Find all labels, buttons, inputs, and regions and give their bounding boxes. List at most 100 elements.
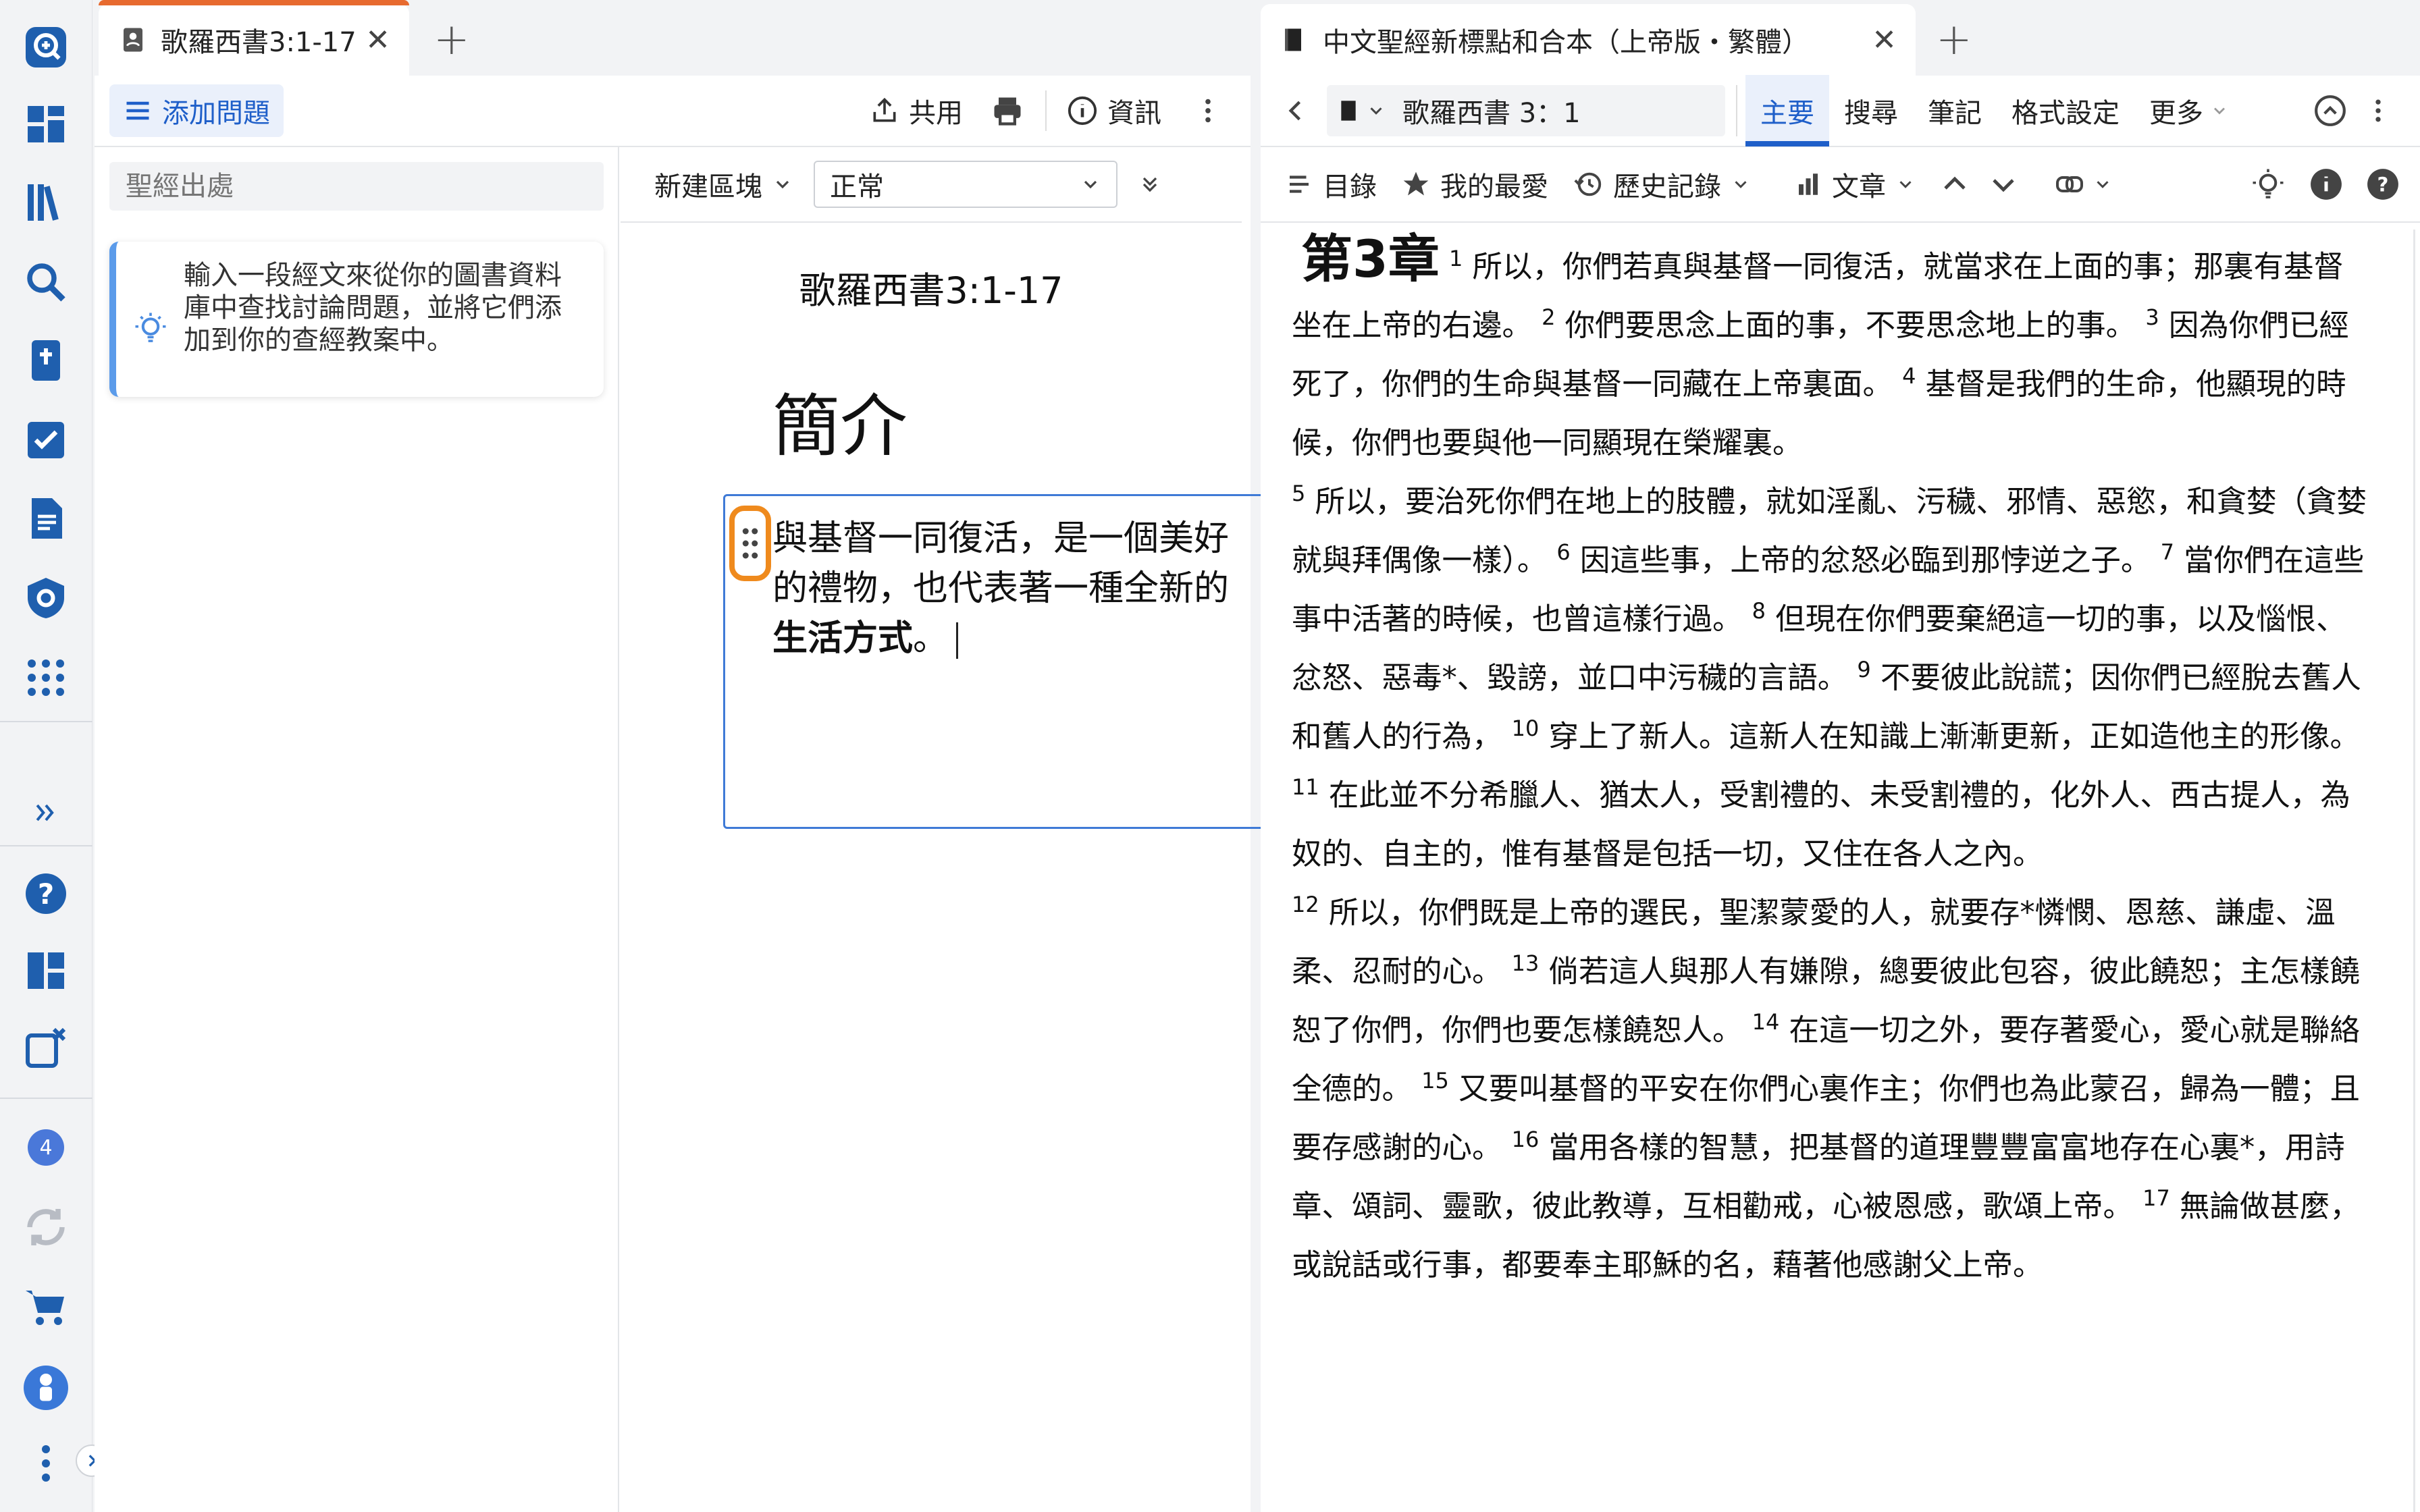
block-style-select[interactable]: 正常 xyxy=(814,161,1117,208)
verse-number[interactable]: 7 xyxy=(2161,539,2174,565)
verse-number[interactable]: 6 xyxy=(1556,539,1570,565)
toc-button[interactable]: 目錄 xyxy=(1285,165,1377,204)
verse-number[interactable]: 17 xyxy=(2142,1185,2170,1211)
bible-icon[interactable] xyxy=(14,328,78,393)
list-icon xyxy=(1290,176,1309,193)
reference-input[interactable] xyxy=(109,162,604,211)
chevron-down-icon[interactable] xyxy=(1987,168,2020,200)
add-question-button[interactable]: 添加問題 xyxy=(109,84,284,137)
dashboard-icon[interactable] xyxy=(14,92,78,157)
drag-handle[interactable] xyxy=(729,506,771,581)
shield-icon[interactable] xyxy=(14,566,78,630)
close-icon[interactable]: ✕ xyxy=(1872,23,1897,57)
tab-study[interactable]: 歌羅西書3:1-17 ✕ xyxy=(99,0,409,76)
search-icon[interactable] xyxy=(14,250,78,315)
chevron-down-icon[interactable] xyxy=(2093,174,2113,194)
block-text[interactable]: 與基督一同復活，是一個美好的禮物，也代表著一種全新的生活方式。 xyxy=(772,514,1245,664)
bible-tabs: 主要 搜尋 筆記 格式設定 更多 xyxy=(1745,75,2244,146)
verse-number[interactable]: 3 xyxy=(2145,304,2159,330)
account-icon[interactable] xyxy=(14,1355,78,1420)
tab-bible-title: 中文聖經新標點和合本（上帝版・繁體） xyxy=(1323,27,1809,58)
lightbulb-icon[interactable] xyxy=(2250,166,2286,202)
verse-number[interactable]: 8 xyxy=(1752,598,1766,624)
info-button[interactable]: 資訊 xyxy=(1067,91,1161,130)
chevron-down-icon[interactable] xyxy=(1366,101,1386,121)
bible-text[interactable]: 第3章 1 所以，你們若真與基督一同復活，就當求在上面的事；那裏有基督 坐在上帝… xyxy=(1261,230,2409,1512)
tab-format-label: 格式設定 xyxy=(2011,98,2120,129)
scrollbar[interactable] xyxy=(2409,230,2420,1512)
tab-main[interactable]: 主要 xyxy=(1745,75,1829,146)
more-vert-icon[interactable] xyxy=(14,1431,78,1496)
chevron-up-icon[interactable] xyxy=(1939,168,1971,200)
close-panels-icon[interactable] xyxy=(14,1015,78,1080)
menu-icon xyxy=(123,96,153,126)
document-icon[interactable] xyxy=(14,486,78,551)
verse-number[interactable]: 9 xyxy=(1857,657,1870,682)
verse-number[interactable]: 11 xyxy=(1292,774,1319,800)
new-block-dropdown[interactable]: 新建區塊 xyxy=(654,165,793,204)
new-tab-button[interactable]: + xyxy=(433,15,470,65)
verse-number[interactable]: 10 xyxy=(1512,716,1540,741)
bible-tabbar: 中文聖經新標點和合本（上帝版・繁體） ✕ + xyxy=(1261,0,2420,76)
verse-number[interactable]: 15 xyxy=(1421,1068,1449,1094)
section-heading[interactable]: 簡介 xyxy=(772,371,908,469)
sync-icon[interactable] xyxy=(14,1195,78,1260)
notifications-icon[interactable]: 4 xyxy=(14,1115,78,1180)
print-button[interactable] xyxy=(990,93,1025,128)
tab-more-label: 更多 xyxy=(2149,98,2203,129)
verse-number[interactable]: 5 xyxy=(1292,481,1305,506)
back-icon[interactable] xyxy=(1281,96,1311,126)
text-block[interactable]: 與基督一同復活，是一個美好的禮物，也代表著一種全新的生活方式。 xyxy=(723,494,1319,829)
expand-rail-icon[interactable] xyxy=(14,780,78,845)
more-vert-icon[interactable] xyxy=(2363,96,2393,126)
tab-notes-label: 筆記 xyxy=(1928,98,1982,129)
info-icon xyxy=(1067,95,1098,126)
text-view-button[interactable]: 文章 xyxy=(1794,165,1916,204)
text-cursor xyxy=(956,622,959,659)
close-icon[interactable]: ✕ xyxy=(365,23,390,57)
favorites-label: 我的最愛 xyxy=(1440,171,1548,202)
chevron-down-icon xyxy=(1735,181,1747,188)
expand-toolbar-icon[interactable] xyxy=(1138,172,1162,196)
checklist-icon[interactable] xyxy=(14,408,78,473)
verse-number[interactable]: 14 xyxy=(1752,1009,1780,1035)
verse-number[interactable]: 12 xyxy=(1292,892,1319,917)
chapter-number: 第3章 xyxy=(1301,230,1440,289)
verse-number[interactable]: 4 xyxy=(1902,363,1916,389)
study-toolbar: 添加問題 共用 資訊 xyxy=(95,76,1251,147)
layout-icon[interactable] xyxy=(14,938,78,1003)
collapse-up-icon[interactable] xyxy=(2313,94,2347,128)
link-icon[interactable] xyxy=(2053,168,2086,200)
block-text-end: 。 xyxy=(913,618,949,659)
verse-number[interactable]: 13 xyxy=(1512,950,1540,976)
reference-box[interactable]: 歌羅西書 3：1 xyxy=(1327,85,1725,136)
help-icon[interactable]: ? xyxy=(14,861,78,926)
logos-search-icon[interactable] xyxy=(14,15,78,80)
tab-format[interactable]: 格式設定 xyxy=(1997,91,2134,130)
bible-subtoolbar: 目錄 我的最愛 歷史記錄 文章 ? xyxy=(1261,147,2420,223)
share-button[interactable]: 共用 xyxy=(870,91,963,130)
library-icon[interactable] xyxy=(14,170,78,235)
verse-number[interactable]: 2 xyxy=(1542,304,1555,330)
verse-number[interactable]: 16 xyxy=(1512,1127,1540,1152)
tab-more[interactable]: 更多 xyxy=(2134,91,2244,130)
hint-card: 輸入一段經文來從你的圖書資料庫中查找討論問題，並將它們添加到你的查經教案中。 xyxy=(109,242,604,397)
chevron-down-icon xyxy=(1899,181,1912,188)
apps-grid-icon[interactable] xyxy=(14,645,78,710)
verse-number[interactable]: 1 xyxy=(1449,246,1463,271)
info-icon[interactable] xyxy=(2309,167,2343,201)
more-options-button[interactable] xyxy=(1192,95,1224,126)
reference-value: 歌羅西書 3：1 xyxy=(1402,98,1581,129)
history-icon xyxy=(1574,172,1602,196)
tab-notes[interactable]: 筆記 xyxy=(1913,91,1997,130)
svg-text:?: ? xyxy=(2377,173,2389,196)
study-pane: 歌羅西書3:1-17 ✕ + 添加問題 共用 資訊 聖經出處 輸入一段經文來從你… xyxy=(95,0,1319,1512)
tab-bible[interactable]: 中文聖經新標點和合本（上帝版・繁體） ✕ xyxy=(1261,4,1916,76)
history-button[interactable]: 歷史記錄 xyxy=(1573,165,1751,204)
cart-icon[interactable] xyxy=(14,1274,78,1339)
new-tab-button[interactable]: + xyxy=(1936,15,1972,65)
verse-text: 因這些事，上帝的忿怒必臨到那悖逆之子。 xyxy=(1570,543,2151,578)
tab-search[interactable]: 搜尋 xyxy=(1829,91,1913,130)
help-icon[interactable]: ? xyxy=(2366,167,2400,201)
favorites-button[interactable]: 我的最愛 xyxy=(1401,165,1548,204)
